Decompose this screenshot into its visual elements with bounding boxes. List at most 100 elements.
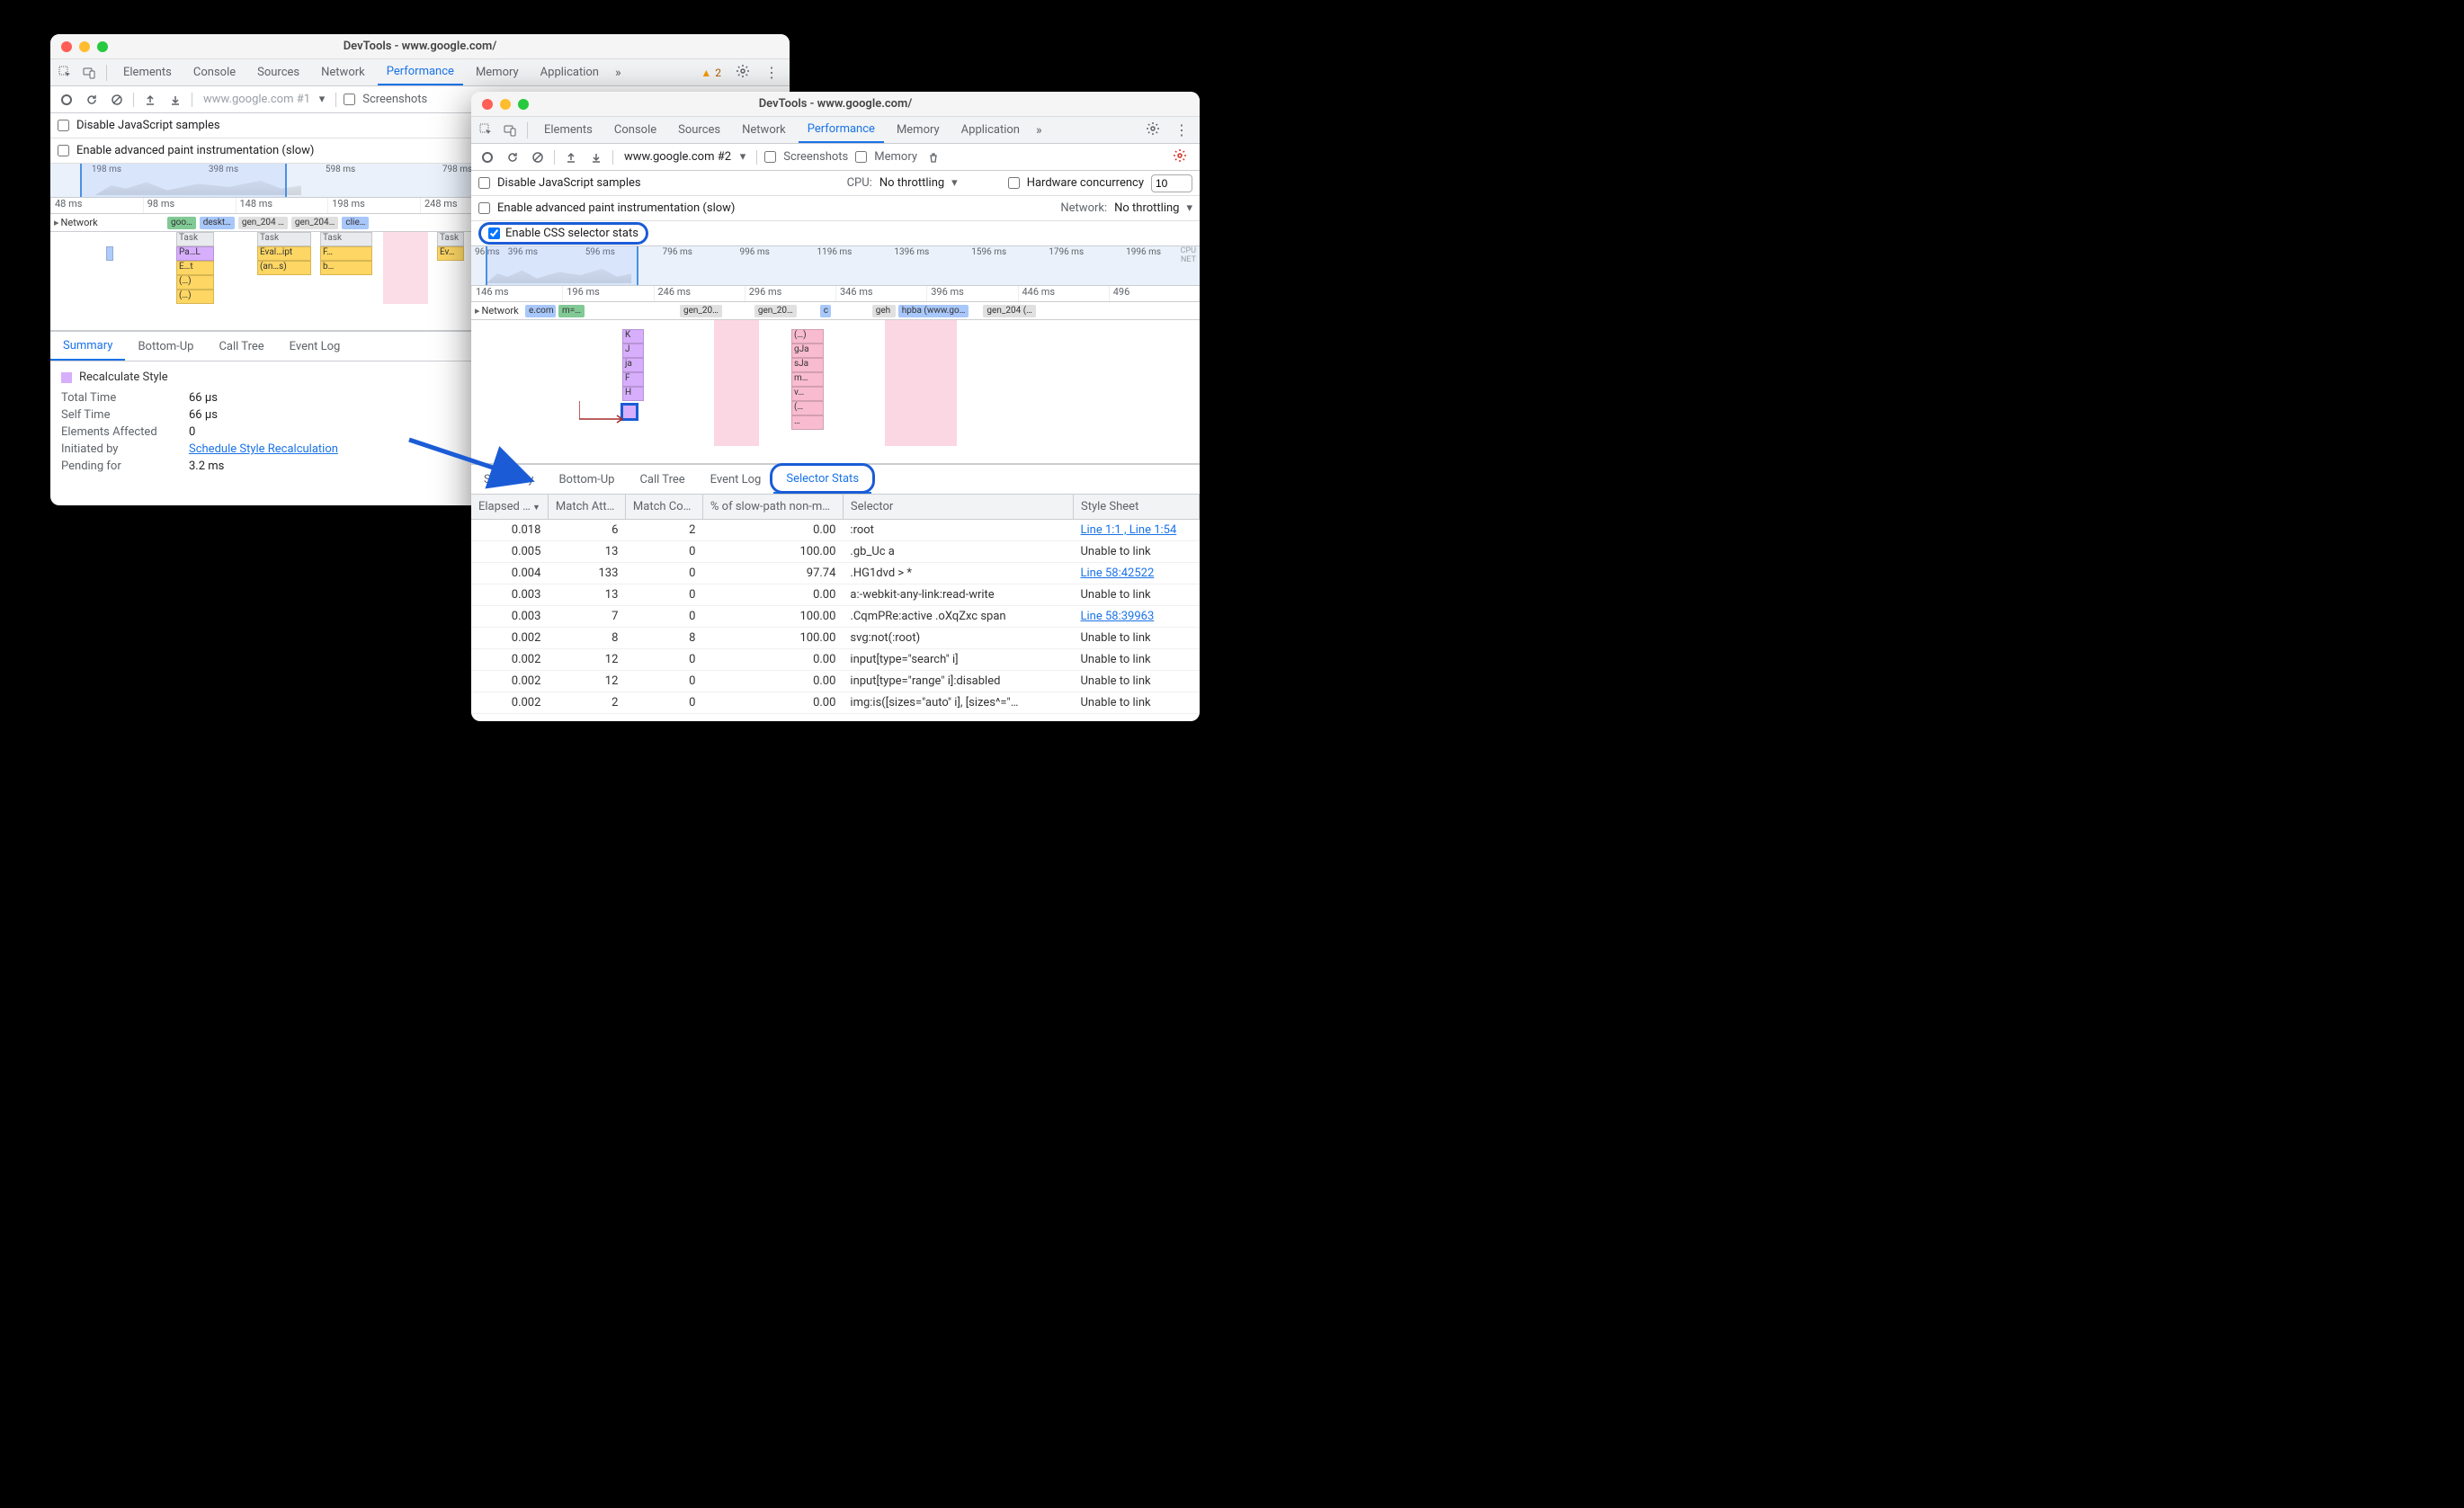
tab-elements[interactable]: Elements <box>535 117 602 143</box>
tab-application[interactable]: Application <box>531 59 608 85</box>
table-header-row[interactable]: Elapsed … Match Att… Match Co… % of slow… <box>471 495 1200 520</box>
tab-performance[interactable]: Performance <box>378 59 463 85</box>
cpu-value[interactable]: No throttling <box>879 176 944 190</box>
net-pill[interactable]: clie… <box>342 217 369 229</box>
expand-icon[interactable]: ▸ <box>475 305 480 317</box>
tab-bottom-up[interactable]: Bottom-Up <box>125 332 206 361</box>
table-row[interactable]: 0.0021200.00input[type="search" i]Unable… <box>471 649 1200 671</box>
tab-memory[interactable]: Memory <box>467 59 528 85</box>
table-row[interactable]: 0.0021200.00input[type="range" i]:disabl… <box>471 671 1200 692</box>
net-pill[interactable]: deskt… <box>200 217 235 229</box>
timeline-overview[interactable]: 96 ms 396 ms 596 ms 796 ms 996 ms 1196 m… <box>471 246 1200 286</box>
gc-icon[interactable] <box>924 151 942 164</box>
disable-js-checkbox[interactable] <box>478 177 490 189</box>
screenshots-checkbox[interactable] <box>344 94 355 105</box>
net-pill[interactable]: gen_20… <box>680 305 722 317</box>
selector-stats-table[interactable]: Elapsed … Match Att… Match Co… % of slow… <box>471 495 1200 714</box>
gear-icon[interactable] <box>730 64 755 82</box>
tab-selector-stats[interactable]: Selector Stats <box>773 465 871 494</box>
recording-dropdown[interactable]: www.google.com #2 ▾ <box>620 150 749 164</box>
timeline-ruler[interactable]: 146 ms 196 ms 246 ms 296 ms 346 ms 396 m… <box>471 286 1200 302</box>
clear-icon[interactable] <box>529 151 547 164</box>
expand-icon[interactable]: ▸ <box>54 217 59 228</box>
table-row[interactable]: 0.005130100.00.gb_Uc aUnable to link <box>471 541 1200 563</box>
inspect-icon[interactable] <box>477 123 496 138</box>
tab-network[interactable]: Network <box>733 117 795 143</box>
table-row[interactable]: 0.0031300.00a:-webkit-any-link:read-writ… <box>471 584 1200 606</box>
record-icon[interactable] <box>58 94 76 106</box>
tab-console[interactable]: Console <box>184 59 245 85</box>
tab-elements[interactable]: Elements <box>114 59 181 85</box>
issues-badge[interactable]: ▲ 2 <box>701 67 721 79</box>
table-row[interactable]: 0.00288100.00svg:not(:root)Unable to lin… <box>471 628 1200 649</box>
download-icon[interactable] <box>166 94 184 106</box>
col-match-attempts[interactable]: Match Att… <box>548 495 625 520</box>
inspect-icon[interactable] <box>56 66 76 80</box>
tab-memory[interactable]: Memory <box>888 117 949 143</box>
chevron-down-icon[interactable]: ▾ <box>1186 201 1192 215</box>
net-pill[interactable]: c <box>820 305 831 317</box>
more-tabs-icon[interactable]: » <box>612 66 625 80</box>
recording-dropdown[interactable]: www.google.com #1 ▾ <box>200 93 328 106</box>
col-match-count[interactable]: Match Co… <box>625 495 702 520</box>
tab-call-tree[interactable]: Call Tree <box>206 332 276 361</box>
tab-application[interactable]: Application <box>952 117 1029 143</box>
upload-icon[interactable] <box>562 151 580 164</box>
col-slowpath[interactable]: % of slow-path non-m… <box>702 495 843 520</box>
device-icon[interactable] <box>79 66 99 80</box>
tab-network[interactable]: Network <box>312 59 374 85</box>
table-row[interactable]: 0.00370100.00.CqmPRe:active .oXqZxc span… <box>471 606 1200 628</box>
clear-icon[interactable] <box>108 94 126 106</box>
network-value[interactable]: No throttling <box>1114 201 1179 215</box>
tab-summary[interactable]: Summary <box>50 332 125 361</box>
col-selector[interactable]: Selector <box>843 495 1073 520</box>
titlebar[interactable]: DevTools - www.google.com/ <box>50 34 790 59</box>
net-pill[interactable]: goo… <box>167 217 196 229</box>
net-pill[interactable]: gen_204 … <box>238 217 288 229</box>
upload-icon[interactable] <box>141 94 159 106</box>
net-pill[interactable]: gen_20… <box>754 305 797 317</box>
table-row[interactable]: 0.002200.00img:is([sizes="auto" i], [siz… <box>471 692 1200 714</box>
net-pill[interactable]: m=… <box>558 305 585 317</box>
hardware-concurrency-checkbox[interactable] <box>1008 177 1020 189</box>
col-elapsed[interactable]: Elapsed … <box>471 495 548 520</box>
reload-icon[interactable] <box>504 151 522 164</box>
tab-sources[interactable]: Sources <box>669 117 729 143</box>
hardware-concurrency-input[interactable] <box>1151 174 1192 192</box>
table-row[interactable]: 0.004133097.74.HG1dvd > *Line 58:42522 <box>471 563 1200 584</box>
screenshots-checkbox[interactable] <box>764 151 776 163</box>
net-pill[interactable]: geh <box>872 305 896 317</box>
net-pill[interactable]: e.com <box>525 305 556 317</box>
table-row[interactable]: 0.018620.00:rootLine 1:1 , Line 1:54 <box>471 520 1200 541</box>
net-pill[interactable]: gen_204 (… <box>983 305 1035 317</box>
memory-checkbox[interactable] <box>855 151 867 163</box>
record-icon[interactable] <box>478 151 496 164</box>
net-pill[interactable]: gen_204… <box>291 217 339 229</box>
flame-chart[interactable]: K J ja F H (…) gJa sJa m… v… (… … <box>471 320 1200 464</box>
initiated-by-link[interactable]: Schedule Style Recalculation <box>189 442 338 456</box>
gear-icon[interactable] <box>1140 121 1165 139</box>
disable-js-checkbox[interactable] <box>58 120 69 131</box>
paint-checkbox[interactable] <box>478 202 490 214</box>
css-stats-checkbox[interactable] <box>488 228 500 239</box>
paint-checkbox[interactable] <box>58 145 69 156</box>
tab-bottom-up[interactable]: Bottom-Up <box>546 465 627 494</box>
tab-sources[interactable]: Sources <box>248 59 308 85</box>
tab-console[interactable]: Console <box>605 117 665 143</box>
kebab-icon[interactable]: ⋮ <box>759 64 784 81</box>
col-stylesheet[interactable]: Style Sheet <box>1074 495 1200 520</box>
tab-call-tree[interactable]: Call Tree <box>627 465 697 494</box>
tab-event-log[interactable]: Event Log <box>277 332 353 361</box>
more-tabs-icon[interactable]: » <box>1032 123 1046 138</box>
tab-event-log[interactable]: Event Log <box>698 465 774 494</box>
net-pill[interactable]: hpba (www.go… <box>898 305 969 317</box>
gear-alert-icon[interactable] <box>1167 148 1192 166</box>
chevron-down-icon[interactable]: ▾ <box>951 176 958 190</box>
tab-performance[interactable]: Performance <box>799 117 884 143</box>
kebab-icon[interactable]: ⋮ <box>1169 121 1194 138</box>
titlebar[interactable]: DevTools - www.google.com/ <box>471 92 1200 117</box>
download-icon[interactable] <box>587 151 605 164</box>
reload-icon[interactable] <box>83 94 101 106</box>
device-icon[interactable] <box>500 123 520 138</box>
network-track[interactable]: ▸ Network e.com m=… gen_20… gen_20… c ge… <box>471 302 1200 320</box>
